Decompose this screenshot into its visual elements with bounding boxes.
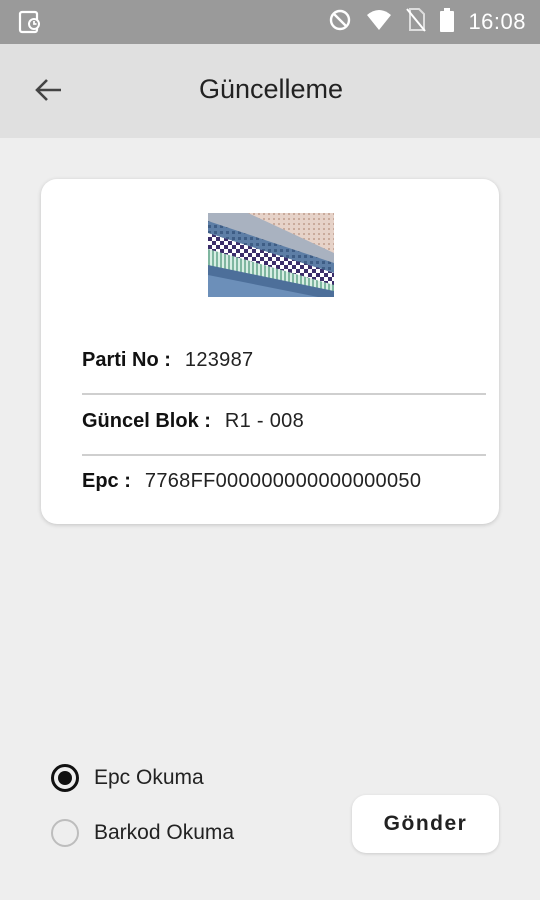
battery-icon xyxy=(440,7,455,37)
epc-label: Epc : xyxy=(82,470,131,492)
current-block-label: Güncel Blok : xyxy=(82,410,211,432)
wifi-icon xyxy=(366,9,392,36)
party-number-row: Parti No : 123987 xyxy=(82,349,486,372)
divider xyxy=(82,393,486,395)
page-title: Güncelleme xyxy=(198,74,344,104)
current-block-value: R1 - 008 xyxy=(224,410,305,432)
send-button[interactable]: Gönder xyxy=(352,795,499,853)
status-bar: 16:08 xyxy=(0,0,540,44)
app-notification-icon xyxy=(18,10,44,39)
barcode-read-option[interactable]: Barkod Okuma xyxy=(51,819,234,847)
party-number-value: 123987 xyxy=(184,349,254,371)
no-sim-icon xyxy=(406,7,427,37)
do-not-disturb-icon xyxy=(328,8,352,37)
party-number-label: Parti No : xyxy=(82,349,171,371)
radio-button-unchecked[interactable] xyxy=(51,819,79,847)
barcode-read-label: Barkod Okuma xyxy=(94,821,235,844)
epc-read-label: Epc Okuma xyxy=(94,766,204,789)
divider xyxy=(82,454,486,456)
product-card: Parti No : 123987 Güncel Blok : R1 - 008… xyxy=(41,179,499,524)
current-block-row: Güncel Blok : R1 - 008 xyxy=(82,410,486,433)
radio-button-checked[interactable] xyxy=(51,764,79,792)
status-time: 16:08 xyxy=(468,9,526,34)
app-bar: Güncelleme xyxy=(0,44,540,138)
epc-value: 7768FF000000000000000050 xyxy=(144,470,422,492)
fabric-rolls-image xyxy=(208,213,334,297)
epc-row: Epc : 7768FF000000000000000050 xyxy=(82,470,486,493)
epc-read-option[interactable]: Epc Okuma xyxy=(51,764,204,792)
